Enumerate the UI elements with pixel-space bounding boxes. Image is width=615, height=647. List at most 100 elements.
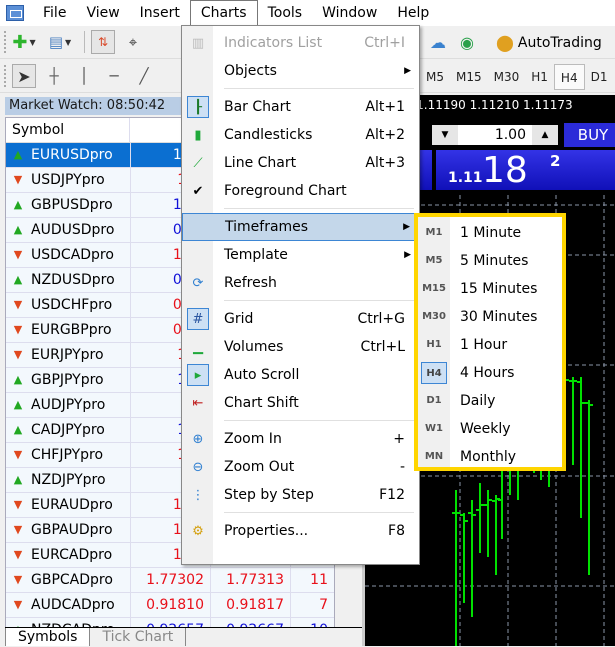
- menu-item-refresh[interactable]: ⟳ Refresh: [182, 269, 419, 297]
- tf-m15-button[interactable]: M15: [450, 64, 488, 90]
- menu-item-indicators-list[interactable]: ▥ Indicators List Ctrl+I: [182, 29, 419, 57]
- lot-value[interactable]: 1.00: [458, 127, 532, 143]
- tf-m30-button[interactable]: M30: [488, 64, 526, 90]
- symbol-name: EURCADpro: [31, 547, 113, 563]
- timeframe-label: 1 Minute: [460, 225, 522, 241]
- timeframe-item-m1[interactable]: M1 1 Minute: [418, 219, 562, 247]
- menu-view[interactable]: View: [76, 0, 129, 26]
- tf-h4-button[interactable]: H4: [553, 63, 585, 90]
- crosshair-button[interactable]: ⌖: [121, 30, 145, 54]
- menu-item-grid[interactable]: # Grid Ctrl+G: [182, 305, 419, 333]
- market-icon[interactable]: ◉: [460, 33, 474, 52]
- buy-price-panel[interactable]: 1.11 18 2: [435, 149, 615, 191]
- toolbar-grip[interactable]: [4, 31, 8, 53]
- menu-help[interactable]: Help: [387, 0, 439, 26]
- autotrading-label: AutoTrading: [517, 34, 602, 51]
- ohlc-bar: [476, 483, 484, 553]
- symbol-cell: ▲ NZDJPYpro: [6, 468, 131, 492]
- menu-item-shortcut: F12: [379, 487, 405, 503]
- symbol-cell: ▼ EURJPYpro: [6, 343, 131, 367]
- bid-cell: 0.91810: [131, 593, 211, 617]
- menu-item-zoom-in[interactable]: ⊕ Zoom In +: [182, 425, 419, 453]
- timeframe-item-mn[interactable]: MN Monthly: [418, 443, 562, 471]
- menu-item-template[interactable]: Template ▶: [182, 241, 419, 269]
- timeframe-item-w1[interactable]: W1 Weekly: [418, 415, 562, 443]
- menu-item-label: Candlesticks: [224, 127, 313, 143]
- timeframe-m30-icon: M30: [422, 311, 446, 322]
- tab-symbols[interactable]: Symbols: [5, 628, 91, 646]
- menu-item-chart-shift[interactable]: ⇤ Chart Shift: [182, 389, 419, 417]
- menu-item-auto-scroll[interactable]: ▸ Auto Scroll: [182, 361, 419, 389]
- ohlc-bar: [492, 495, 500, 575]
- chevron-down-icon: ▼: [65, 37, 72, 47]
- menu-file[interactable]: File: [33, 0, 76, 26]
- vertical-line-button[interactable]: │: [72, 64, 96, 88]
- tab-tick-chart[interactable]: Tick Chart: [90, 628, 187, 646]
- tf-m5-button[interactable]: M5: [420, 64, 450, 90]
- menu-item-zoom-out[interactable]: ⊖ Zoom Out -: [182, 453, 419, 481]
- symbol-name: AUDJPYpro: [31, 397, 106, 413]
- buy-price-sup: 2: [550, 152, 561, 170]
- timeframe-item-h1[interactable]: H1 1 Hour: [418, 331, 562, 359]
- menu-charts[interactable]: Charts: [189, 0, 258, 26]
- new-chart-button[interactable]: ✚ ▼: [12, 30, 36, 54]
- symbol-name: EURJPYpro: [31, 347, 104, 363]
- symbol-name: AUDUSDpro: [31, 222, 115, 238]
- trendline-button[interactable]: ╱: [132, 64, 156, 88]
- menu-item-label: Chart Shift: [224, 395, 299, 411]
- checkmark-icon: ✔: [192, 183, 204, 199]
- ohlc-bar: [585, 400, 593, 575]
- timeframe-item-m30[interactable]: M30 30 Minutes: [418, 303, 562, 331]
- symbol-cell: ▼ GBPAUDpro: [6, 518, 131, 542]
- menu-item-bar-chart[interactable]: ┠ Bar Chart Alt+1: [182, 93, 419, 121]
- step-by-step-icon: ⋮: [191, 487, 205, 503]
- menu-item-line-chart[interactable]: ⟋ Line Chart Alt+3: [182, 149, 419, 177]
- menu-item-foreground-chart[interactable]: ✔ Foreground Chart: [182, 177, 419, 205]
- menu-tools[interactable]: Tools: [258, 0, 313, 26]
- grid-icon: #: [187, 308, 209, 330]
- arrow-up-icon: ▲: [13, 148, 23, 161]
- menu-item-objects[interactable]: Objects ▶: [182, 57, 419, 85]
- triangle-down-icon: ▼: [441, 130, 449, 140]
- menu-item-volumes[interactable]: ▁ Volumes Ctrl+L: [182, 333, 419, 361]
- menu-item-step-by-step[interactable]: ⋮ Step by Step F12: [182, 481, 419, 509]
- column-header-symbol[interactable]: Symbol: [6, 118, 131, 142]
- tf-d1-button[interactable]: D1: [585, 64, 614, 90]
- table-row[interactable]: ▼ GBPCADpro 1.77302 1.77313 11: [6, 568, 334, 593]
- horizontal-line-button[interactable]: ─: [102, 64, 126, 88]
- menu-item-timeframes[interactable]: Timeframes ▶: [182, 213, 419, 241]
- zoom-in-icon: ⊕: [192, 431, 204, 447]
- autotrading-button[interactable]: ⬤ AutoTrading: [496, 26, 602, 59]
- table-row[interactable]: ▼ AUDCADpro 0.91810 0.91817 7: [6, 593, 334, 618]
- timeframe-item-h4[interactable]: H4 4 Hours: [418, 359, 562, 387]
- market-watch-tabs: Symbols Tick Chart: [5, 627, 362, 646]
- crosshair-tool-button[interactable]: ┼: [42, 64, 66, 88]
- lot-size-input[interactable]: ▼ 1.00 ▲: [430, 123, 560, 147]
- profiles-icon: ▤: [48, 33, 64, 51]
- symbol-name: GBPCADpro: [31, 572, 113, 588]
- timeframe-item-m15[interactable]: M15 15 Minutes: [418, 275, 562, 303]
- toolbar-grip[interactable]: [4, 65, 8, 87]
- bar-chart-icon: ┠: [187, 96, 209, 118]
- lot-increase-button[interactable]: ▲: [532, 125, 558, 145]
- menu-item-properties[interactable]: ⚙ Properties... F8: [182, 517, 419, 545]
- menu-item-candlesticks[interactable]: ▮ Candlesticks Alt+2: [182, 121, 419, 149]
- timeframe-item-m5[interactable]: M5 5 Minutes: [418, 247, 562, 275]
- cursor-button[interactable]: ➤: [12, 64, 36, 88]
- menu-insert[interactable]: Insert: [130, 0, 190, 26]
- toolbar-separator: [84, 31, 85, 53]
- line-chart-icon: ⟋: [193, 155, 203, 171]
- symbol-cell: ▲ AUDUSDpro: [6, 218, 131, 242]
- timeframe-item-d1[interactable]: D1 Daily: [418, 387, 562, 415]
- tf-h1-button[interactable]: H1: [525, 64, 554, 90]
- menu-bar: File View Insert Charts Tools Window Hel…: [0, 0, 615, 26]
- timeframe-label: 4 Hours: [460, 365, 515, 381]
- buy-button[interactable]: BUY: [564, 123, 615, 147]
- market-watch-button[interactable]: ⇅: [91, 30, 115, 54]
- signals-cloud-icon[interactable]: ☁: [430, 33, 446, 52]
- symbol-cell: ▲ NZDUSDpro: [6, 268, 131, 292]
- arrow-up-icon: ▲: [13, 273, 23, 286]
- profiles-button[interactable]: ▤ ▼: [48, 30, 72, 54]
- lot-decrease-button[interactable]: ▼: [432, 125, 458, 145]
- menu-window[interactable]: Window: [312, 0, 387, 26]
